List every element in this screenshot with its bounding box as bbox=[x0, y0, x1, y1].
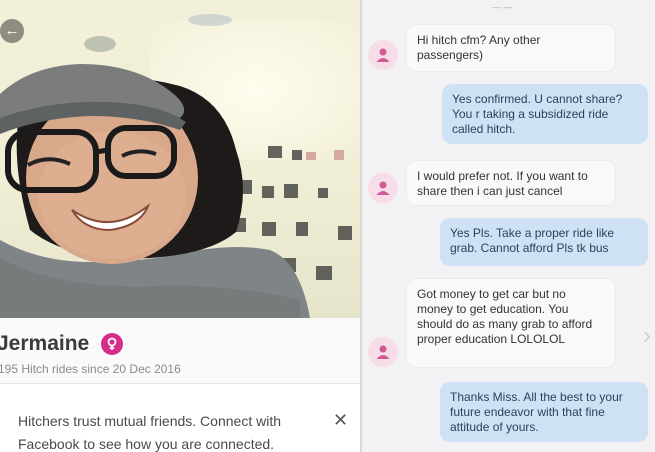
arrow-left-icon: ← bbox=[4, 22, 20, 39]
profile-panel: ← Jermaine 195 Hitch rides since 20 Dec … bbox=[0, 0, 360, 452]
message-bubble: I would prefer not. If you want to share… bbox=[406, 160, 616, 206]
ride-stats: 195 Hitch rides since 20 Dec 2016 bbox=[0, 362, 181, 376]
user-icon bbox=[376, 48, 390, 62]
message-bubble: Thanks Miss. All the best to your future… bbox=[440, 382, 648, 442]
facebook-connect-banner[interactable]: Hitchers trust mutual friends. Connect w… bbox=[0, 392, 360, 452]
facebook-connect-text: Hitchers trust mutual friends. Connect w… bbox=[18, 413, 281, 452]
profile-photo: ← bbox=[0, 0, 360, 318]
name-row: Jermaine bbox=[0, 332, 124, 356]
chat-top-divider: — — bbox=[492, 2, 513, 12]
close-icon[interactable]: ✕ bbox=[333, 410, 348, 431]
message-bubble: Hi hitch cfm? Any other passengers) bbox=[406, 24, 616, 72]
female-icon bbox=[101, 333, 124, 355]
message-bubble: Yes confirmed. U cannot share? You r tak… bbox=[442, 84, 648, 144]
chat-panel: — — Hi hitch cfm? Any other passengers) … bbox=[362, 0, 655, 452]
avatar bbox=[368, 173, 398, 203]
user-icon bbox=[376, 345, 390, 359]
profile-photo-illustration bbox=[0, 14, 352, 318]
back-button[interactable]: ← bbox=[0, 19, 24, 43]
avatar bbox=[368, 40, 398, 70]
message-bubble: Yes Pls. Take a proper ride like grab. C… bbox=[440, 218, 648, 266]
avatar bbox=[368, 337, 398, 367]
profile-name: Jermaine bbox=[0, 332, 90, 355]
chevron-right-icon[interactable]: › bbox=[643, 322, 655, 352]
message-bubble: Got money to get car but no money to get… bbox=[406, 278, 616, 368]
user-icon bbox=[376, 181, 390, 195]
profile-info: Jermaine 195 Hitch rides since 20 Dec 20… bbox=[0, 318, 360, 384]
